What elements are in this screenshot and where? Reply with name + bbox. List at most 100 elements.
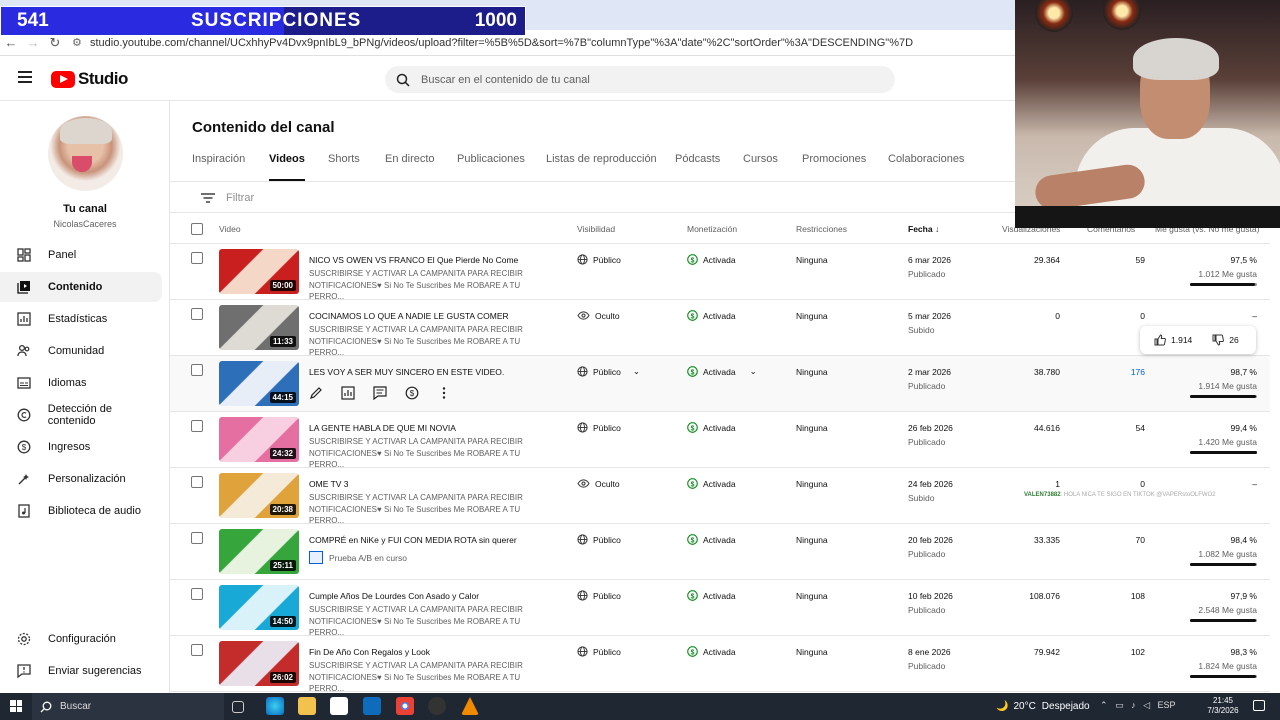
row-checkbox[interactable] (191, 532, 203, 544)
tab-promociones[interactable]: Promociones (802, 153, 866, 180)
sidebar-item-biblioteca-de-audio[interactable]: Biblioteca de audio (0, 496, 162, 526)
tab-listas-de-reproducci-n[interactable]: Listas de reproducción (546, 153, 657, 180)
volume-icon[interactable]: ◁ (1143, 700, 1150, 710)
tab-p-dcasts[interactable]: Pódcasts (675, 153, 720, 180)
menu-icon[interactable] (18, 71, 32, 83)
video-thumbnail[interactable]: 14:50 (219, 585, 299, 630)
sidebar-item-detecci-n-de-contenido[interactable]: Detección de contenido (0, 400, 162, 430)
more-options-icon[interactable] (437, 386, 469, 400)
edit-icon[interactable] (309, 386, 341, 400)
sidebar-item-panel[interactable]: Panel (0, 240, 162, 270)
visibility-cell[interactable]: Público (577, 534, 621, 545)
store-icon[interactable] (330, 697, 348, 715)
video-thumbnail[interactable]: 24:32 (219, 417, 299, 462)
url-text[interactable]: studio.youtube.com/channel/UCxhhyPv4Dvx9… (90, 37, 913, 49)
search-input[interactable]: Buscar en el contenido de tu canal (385, 66, 895, 93)
column-date[interactable]: Fecha ↓ (908, 224, 939, 234)
ab-test-badge[interactable]: Prueba A/B en curso (309, 551, 407, 564)
video-title[interactable]: COCINAMOS LO QUE A NADIE LE GUSTA COMER (309, 311, 559, 321)
column-monetization[interactable]: Monetización (687, 224, 737, 234)
video-thumbnail[interactable]: 50:00 (219, 249, 299, 294)
table-row[interactable]: 24:32 LA GENTE HABLA DE QUE MI NOVIA SUSCR… (170, 412, 1270, 469)
visibility-cell[interactable]: Público (577, 422, 621, 433)
network-icon[interactable]: ▭ (1115, 700, 1124, 710)
vlc-icon[interactable] (461, 697, 479, 715)
reload-icon[interactable]: ↻ (44, 35, 66, 51)
video-title[interactable]: COMPRÉ en NiKe y FUI CON MEDIA ROTA sin … (309, 535, 559, 545)
visibility-cell[interactable]: Oculto (577, 478, 620, 489)
tab-colaboraciones[interactable]: Colaboraciones (888, 153, 964, 180)
monetization-cell[interactable]: $ Activada (687, 310, 736, 321)
monetization-icon[interactable]: $ (405, 386, 437, 400)
monetization-cell[interactable]: $ Activada (687, 646, 736, 657)
outlook-icon[interactable] (363, 697, 381, 715)
video-title[interactable]: Cumple Años De Lourdes Con Asado y Calor (309, 591, 559, 601)
row-checkbox[interactable] (191, 476, 203, 488)
taskbar-search[interactable]: Buscar (32, 693, 224, 720)
comments-icon[interactable] (373, 386, 405, 400)
row-checkbox[interactable] (191, 364, 203, 376)
monetization-cell[interactable]: $ Activada (687, 478, 736, 489)
visibility-cell[interactable]: Público (577, 590, 621, 601)
sidebar-item-personalizaci-n[interactable]: Personalización (0, 464, 162, 494)
tab-shorts[interactable]: Shorts (328, 153, 360, 180)
row-checkbox[interactable] (191, 588, 203, 600)
video-title[interactable]: LES VOY A SER MUY SINCERO EN ESTE VIDEO. (309, 367, 559, 377)
column-video[interactable]: Video (219, 224, 241, 234)
taskbar-clock[interactable]: 21:45 7/3/2026 (1200, 696, 1246, 716)
filter-icon[interactable] (190, 193, 226, 203)
video-thumbnail[interactable]: 26:02 (219, 641, 299, 686)
mic-icon[interactable]: ♪ (1131, 700, 1136, 710)
row-checkbox[interactable] (191, 308, 203, 320)
sidebar-item-estad-sticas[interactable]: Estadísticas (0, 304, 162, 334)
row-checkbox[interactable] (191, 252, 203, 264)
chevron-down-icon[interactable]: ⌄ (750, 366, 757, 377)
tab-videos[interactable]: Videos (269, 153, 305, 181)
comments-cell[interactable]: 176 (1075, 367, 1145, 377)
visibility-cell[interactable]: Público ⌄ (577, 366, 640, 377)
tab-inspiraci-n[interactable]: Inspiración (192, 153, 245, 180)
table-row[interactable]: 25:11 COMPRÉ en NiKe y FUI CON MEDIA ROTA… (170, 524, 1270, 580)
forward-icon[interactable]: → (22, 35, 44, 50)
column-restrictions[interactable]: Restricciones (796, 224, 847, 234)
back-icon[interactable]: ← (0, 35, 22, 50)
language-indicator[interactable]: ESP (1158, 700, 1176, 710)
obs-icon[interactable] (428, 697, 446, 715)
weather-widget[interactable]: 🌙 20°C Despejado (996, 693, 1090, 720)
chevron-down-icon[interactable]: ⌄ (633, 366, 640, 377)
monetization-cell[interactable]: $ Activada (687, 254, 736, 265)
analytics-icon[interactable] (341, 386, 373, 400)
video-thumbnail[interactable]: 44:15 (219, 361, 299, 406)
monetization-cell[interactable]: $ Activada ⌄ (687, 366, 757, 377)
system-tray[interactable]: ⌃ ▭ ♪ ◁ ESP (1100, 700, 1176, 711)
video-title[interactable]: NICO VS OWEN VS FRANCO El Que Pierde No … (309, 255, 559, 265)
sidebar-item-idiomas[interactable]: Idiomas (0, 368, 162, 398)
visibility-cell[interactable]: Público (577, 254, 621, 265)
video-thumbnail[interactable]: 20:38 (219, 473, 299, 518)
monetization-cell[interactable]: $ Activada (687, 422, 736, 433)
windows-start-icon[interactable] (10, 700, 22, 712)
monetization-cell[interactable]: $ Activada (687, 534, 736, 545)
sidebar-item-ingresos[interactable]: $ Ingresos (0, 432, 162, 462)
chrome-icon[interactable] (396, 697, 414, 715)
row-checkbox[interactable] (191, 644, 203, 656)
filter-bar[interactable]: Filtrar (190, 186, 1016, 210)
edge-icon[interactable] (266, 697, 284, 715)
tab-publicaciones[interactable]: Publicaciones (457, 153, 525, 180)
visibility-cell[interactable]: Oculto (577, 310, 620, 321)
monetization-cell[interactable]: $ Activada (687, 590, 736, 601)
video-title[interactable]: LA GENTE HABLA DE QUE MI NOVIA (309, 423, 559, 433)
select-all-checkbox[interactable] (191, 223, 203, 235)
tab-en-directo[interactable]: En directo (385, 153, 435, 180)
video-title[interactable]: Fin De Año Con Regalos y Look (309, 647, 559, 657)
table-row[interactable]: 26:02 Fin De Año Con Regalos y Look SUSCRI… (170, 636, 1270, 693)
task-view-icon[interactable] (232, 701, 244, 713)
video-title[interactable]: OME TV 3 (309, 479, 559, 489)
sidebar-item-configuraci-n[interactable]: Configuración (0, 624, 162, 654)
column-visibility[interactable]: Visibilidad (577, 224, 615, 234)
sidebar-item-comunidad[interactable]: Comunidad (0, 336, 162, 366)
sidebar-item-enviar-sugerencias[interactable]: Enviar sugerencias (0, 656, 162, 686)
table-row[interactable]: 14:50 Cumple Años De Lourdes Con Asado y … (170, 580, 1270, 637)
table-row[interactable]: 50:00 NICO VS OWEN VS FRANCO El Que Pierd… (170, 244, 1270, 301)
tab-cursos[interactable]: Cursos (743, 153, 778, 180)
